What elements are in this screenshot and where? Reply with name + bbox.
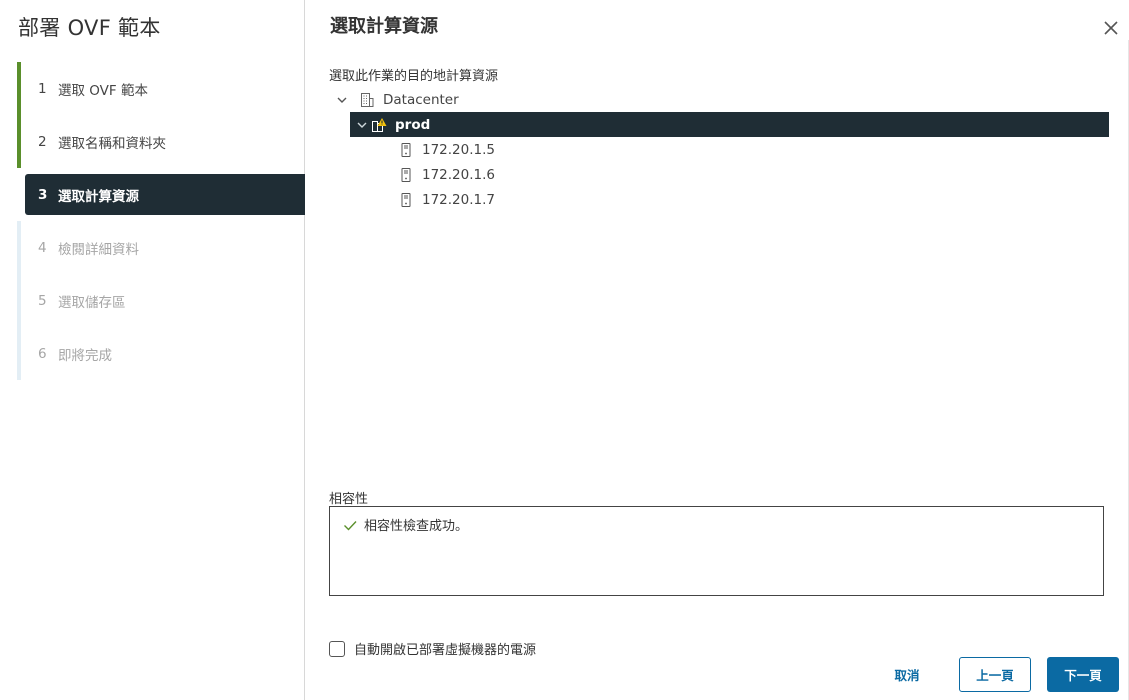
step-number: 6 [38, 345, 47, 362]
host-icon [398, 167, 414, 183]
step-number: 5 [38, 292, 47, 309]
tree-node-label: prod [395, 116, 431, 133]
tree-node-label: 172.20.1.5 [422, 141, 495, 158]
wizard-step-3[interactable]: 3 選取計算資源 [17, 174, 305, 215]
wizard-step-5: 5 選取儲存區 [17, 274, 305, 327]
wizard-title: 部署 OVF 範本 [18, 16, 161, 40]
step-progress-bar [17, 221, 21, 274]
wizard-step-6: 6 即將完成 [17, 327, 305, 380]
step-number: 3 [38, 186, 48, 203]
power-on-label: 自動開啟已部署虛擬機器的電源 [354, 643, 537, 658]
tree-node-host[interactable]: 172.20.1.6 [329, 162, 1109, 187]
next-button[interactable]: 下一頁 [1047, 657, 1119, 692]
tree-node-label: Datacenter [383, 91, 459, 108]
wizard-step-4: 4 檢閱詳細資料 [17, 221, 305, 274]
datacenter-icon [359, 92, 375, 108]
step-progress-bar [17, 274, 21, 327]
step-label: 即將完成 [58, 347, 112, 364]
step-label: 選取計算資源 [58, 188, 139, 205]
wizard-sidebar: 部署 OVF 範本 1 選取 OVF 範本 2 選取名稱和資料夾 3 選取計算資… [0, 0, 305, 700]
compatibility-panel: 相容性檢查成功。 [329, 506, 1104, 596]
check-icon [344, 520, 357, 531]
wizard-step-2[interactable]: 2 選取名稱和資料夾 [17, 115, 305, 168]
compatibility-label: 相容性 [329, 492, 369, 507]
chevron-down-icon[interactable] [335, 93, 349, 107]
power-on-option[interactable]: 自動開啟已部署虛擬機器的電源 [329, 639, 536, 658]
power-on-checkbox[interactable] [329, 640, 345, 657]
step-label: 選取 OVF 範本 [58, 82, 148, 99]
host-icon [398, 192, 414, 208]
tree-node-datacenter[interactable]: Datacenter [329, 87, 1109, 112]
cluster-warning-icon [371, 117, 387, 133]
compatibility-message-text: 相容性檢查成功。 [364, 519, 469, 534]
step-progress-bar [17, 327, 21, 380]
tree-node-cluster[interactable]: prod [350, 112, 1109, 137]
tree-node-host[interactable]: 172.20.1.7 [329, 187, 1109, 212]
back-button[interactable]: 上一頁 [959, 657, 1031, 692]
step-progress-bar [17, 115, 21, 168]
chevron-down-icon[interactable] [355, 118, 369, 132]
wizard-step-1[interactable]: 1 選取 OVF 範本 [17, 62, 305, 115]
step-number: 2 [38, 133, 47, 150]
section-subtitle: 選取此作業的目的地計算資源 [329, 69, 499, 84]
wizard-main-content: 選取計算資源 選取此作業的目的地計算資源 Datacenter prod 172… [306, 0, 1129, 700]
host-icon [398, 142, 414, 158]
page-title: 選取計算資源 [330, 16, 438, 37]
tree-node-label: 172.20.1.7 [422, 191, 495, 208]
compute-resource-tree: Datacenter prod 172.20.1.5 172.20.1.6 17… [329, 87, 1109, 212]
wizard-steps: 1 選取 OVF 範本 2 選取名稱和資料夾 3 選取計算資源 4 檢閱詳細資料… [17, 62, 305, 380]
tree-node-label: 172.20.1.6 [422, 166, 495, 183]
step-number: 1 [38, 80, 47, 97]
step-progress-bar [17, 62, 21, 115]
close-icon[interactable] [1101, 18, 1121, 38]
compatibility-message: 相容性檢查成功。 [342, 515, 468, 534]
cancel-button[interactable]: 取消 [874, 657, 940, 692]
step-label: 選取儲存區 [58, 294, 126, 311]
step-label: 檢閱詳細資料 [58, 241, 139, 258]
step-label: 選取名稱和資料夾 [58, 135, 166, 152]
step-number: 4 [38, 239, 47, 256]
tree-node-host[interactable]: 172.20.1.5 [329, 137, 1109, 162]
